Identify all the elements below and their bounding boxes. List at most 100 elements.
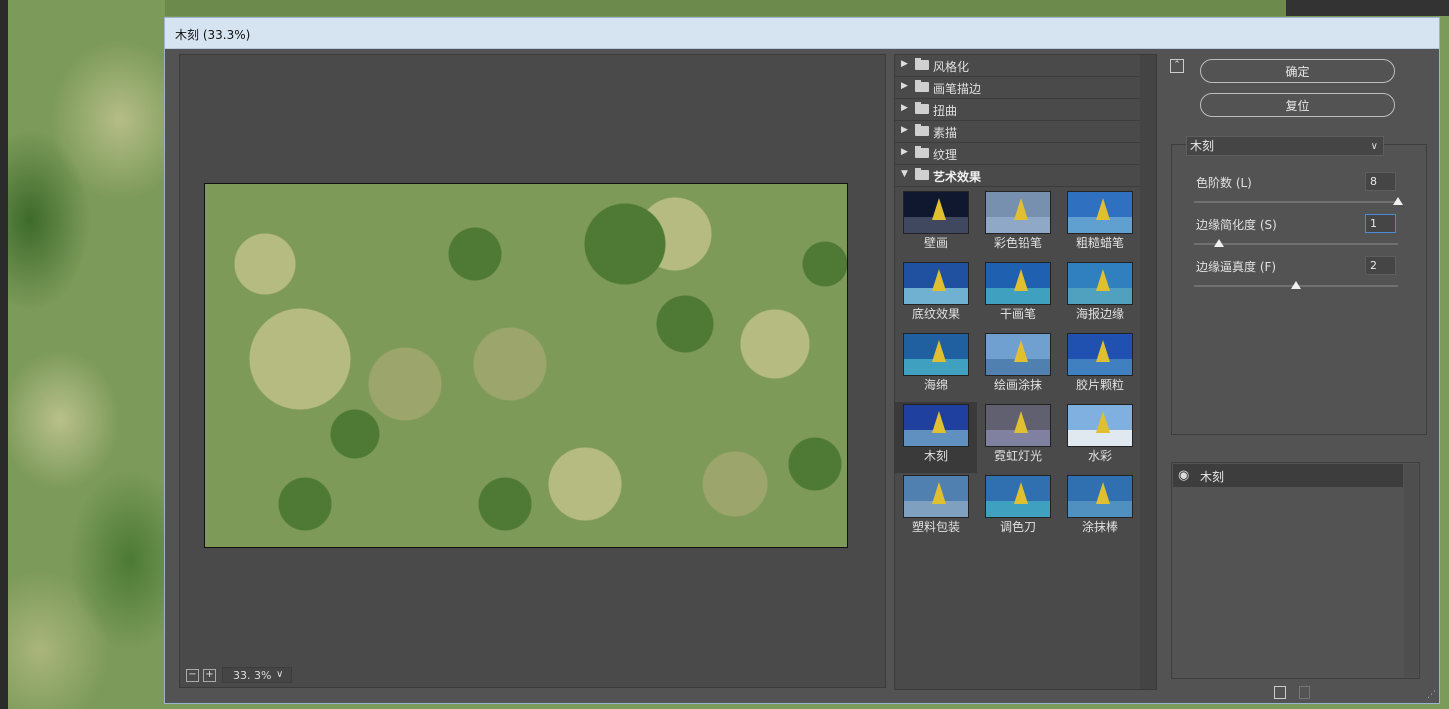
- dialog-title: 木刻 (33.3%): [175, 28, 251, 42]
- edge-fidelity-input[interactable]: 2: [1365, 256, 1396, 275]
- app-toolbar-corner: [1286, 0, 1449, 16]
- folder-icon: [915, 80, 929, 92]
- filter-category-3[interactable]: ▶ 素描: [895, 121, 1140, 143]
- layers-scrollbar[interactable]: [1404, 464, 1418, 677]
- filter-thumb-5[interactable]: 海报边缘: [1059, 260, 1141, 331]
- filter-gallery-dialog: 木刻 (33.3%) − + 33. 3% ∨ ▶ 风格化 ▶ 画笔描边 ▶ 扭曲 ▶ 素描 ▶…: [164, 17, 1440, 704]
- dialog-titlebar[interactable]: 木刻 (33.3%): [165, 18, 1439, 49]
- filter-controls-panel: ⌃ 确定 复位 木刻 ∨ 色阶数 (L) 8 边缘简化度 (S) 1 边缘逼真度…: [1163, 54, 1435, 699]
- trash-icon[interactable]: [1299, 686, 1310, 699]
- triangle-down-icon[interactable]: ▼: [901, 169, 908, 179]
- filter-parameters: 木刻 ∨ 色阶数 (L) 8 边缘简化度 (S) 1 边缘逼真度 (F) 2: [1171, 136, 1427, 435]
- filter-preview-image: [903, 475, 969, 518]
- filter-thumb-14[interactable]: 涂抹棒: [1059, 473, 1141, 544]
- filter-thumb-label: 木刻: [923, 449, 948, 463]
- filter-preview-image: [1067, 191, 1133, 234]
- filter-category-5[interactable]: ▼ 艺术效果: [895, 165, 1140, 187]
- folder-icon: [915, 146, 929, 158]
- triangle-right-icon[interactable]: ▶: [901, 103, 908, 113]
- filter-thumb-label: 霓虹灯光: [993, 449, 1042, 463]
- resize-grip-icon[interactable]: ⋰: [1427, 690, 1436, 700]
- filter-thumb-label: 塑料包装: [911, 520, 960, 534]
- filter-category-1[interactable]: ▶ 画笔描边: [895, 77, 1140, 99]
- new-effect-layer-icon[interactable]: [1274, 686, 1286, 699]
- edge-simplicity-slider[interactable]: [1194, 239, 1398, 247]
- preview-image[interactable]: [204, 183, 848, 548]
- filter-thumb-4[interactable]: 干画笔: [977, 260, 1059, 331]
- triangle-right-icon[interactable]: ▶: [901, 81, 908, 91]
- ok-button[interactable]: 确定: [1200, 59, 1395, 83]
- filter-thumb-label: 胶片颗粒: [1075, 378, 1124, 392]
- zoom-out-button[interactable]: −: [186, 669, 199, 682]
- filter-preview-image: [985, 262, 1051, 305]
- filter-thumb-2[interactable]: 粗糙蜡笔: [1059, 189, 1141, 260]
- levels-slider-handle[interactable]: [1393, 197, 1403, 205]
- levels-slider[interactable]: [1194, 197, 1403, 205]
- reset-button[interactable]: 复位: [1200, 93, 1395, 117]
- filter-thumb-12[interactable]: 塑料包装: [895, 473, 977, 544]
- triangle-right-icon[interactable]: ▶: [901, 125, 908, 135]
- filter-preview-image: [985, 475, 1051, 518]
- filter-category-0[interactable]: ▶ 风格化: [895, 55, 1140, 77]
- eye-icon[interactable]: ◉: [1178, 468, 1189, 483]
- triangle-right-icon[interactable]: ▶: [901, 59, 908, 69]
- triangle-right-icon[interactable]: ▶: [901, 147, 908, 157]
- filter-category-4[interactable]: ▶ 纹理: [895, 143, 1140, 165]
- filter-thumb-6[interactable]: 海绵: [895, 331, 977, 402]
- folder-icon: [915, 168, 929, 180]
- filter-thumb-3[interactable]: 底纹效果: [895, 260, 977, 331]
- filter-thumb-label: 干画笔: [999, 307, 1036, 321]
- filter-preview-image: [903, 404, 969, 447]
- app-left-edge: [0, 0, 8, 709]
- filter-thumb-label: 调色刀: [999, 520, 1036, 534]
- filter-thumb-label: 涂抹棒: [1081, 520, 1118, 534]
- zoom-level-value: 33. 3%: [233, 669, 272, 682]
- edge-fidelity-label: 边缘逼真度 (F): [1196, 260, 1277, 274]
- document-canvas-top-strip: [165, 0, 1290, 16]
- filter-category-label: 纹理: [933, 148, 958, 162]
- filter-thumb-label: 彩色铅笔: [993, 236, 1042, 250]
- edge-simplicity-label: 边缘简化度 (S): [1196, 218, 1277, 232]
- filter-preview-image: [1067, 333, 1133, 376]
- effect-layer-row[interactable]: ◉ 木刻: [1173, 464, 1403, 487]
- chevron-down-icon: ∨: [1370, 141, 1378, 152]
- filter-category-2[interactable]: ▶ 扭曲: [895, 99, 1140, 121]
- collapse-gallery-button[interactable]: ⌃: [1170, 59, 1184, 73]
- levels-label: 色阶数 (L): [1196, 176, 1252, 190]
- filter-preview-image: [903, 333, 969, 376]
- filter-thumb-7[interactable]: 绘画涂抹: [977, 331, 1059, 402]
- filter-thumb-label: 绘画涂抹: [993, 378, 1042, 392]
- filter-preview-image: [1067, 404, 1133, 447]
- filter-thumb-label: 海绵: [923, 378, 948, 392]
- filter-thumb-label: 粗糙蜡笔: [1075, 236, 1124, 250]
- filter-thumb-1[interactable]: 彩色铅笔: [977, 189, 1059, 260]
- edge-simplicity-input[interactable]: 1: [1365, 214, 1396, 233]
- effect-layers-panel: ◉ 木刻: [1171, 462, 1420, 679]
- filter-preview-image: [985, 404, 1051, 447]
- effect-layer-name: 木刻: [1200, 470, 1225, 484]
- filter-thumb-0[interactable]: 壁画: [895, 189, 977, 260]
- gallery-scrollbar[interactable]: [1140, 55, 1156, 689]
- zoom-dropdown-icon[interactable]: ∨: [276, 669, 283, 680]
- filter-select-value: 木刻: [1190, 139, 1215, 153]
- filter-thumb-10[interactable]: 霓虹灯光: [977, 402, 1059, 473]
- filter-thumb-9[interactable]: 木刻: [895, 402, 977, 473]
- folder-icon: [915, 102, 929, 114]
- filter-thumb-8[interactable]: 胶片颗粒: [1059, 331, 1141, 402]
- folder-icon: [915, 124, 929, 136]
- filter-preview-image: [985, 191, 1051, 234]
- filter-thumb-11[interactable]: 水彩: [1059, 402, 1141, 473]
- edge-fidelity-slider[interactable]: [1194, 281, 1398, 289]
- filter-preview-image: [903, 191, 969, 234]
- filter-category-label: 画笔描边: [933, 82, 982, 96]
- levels-input[interactable]: 8: [1365, 172, 1396, 191]
- preview-pane[interactable]: − + 33. 3% ∨: [179, 54, 886, 688]
- zoom-in-button[interactable]: +: [203, 669, 216, 682]
- filter-thumb-13[interactable]: 调色刀: [977, 473, 1059, 544]
- filter-category-label: 素描: [933, 126, 958, 140]
- filter-thumb-label: 壁画: [923, 236, 948, 250]
- filter-preview-image: [1067, 262, 1133, 305]
- filter-select[interactable]: 木刻 ∨: [1186, 136, 1384, 156]
- edge-simplicity-slider-handle[interactable]: [1214, 239, 1224, 247]
- edge-fidelity-slider-handle[interactable]: [1291, 281, 1301, 289]
